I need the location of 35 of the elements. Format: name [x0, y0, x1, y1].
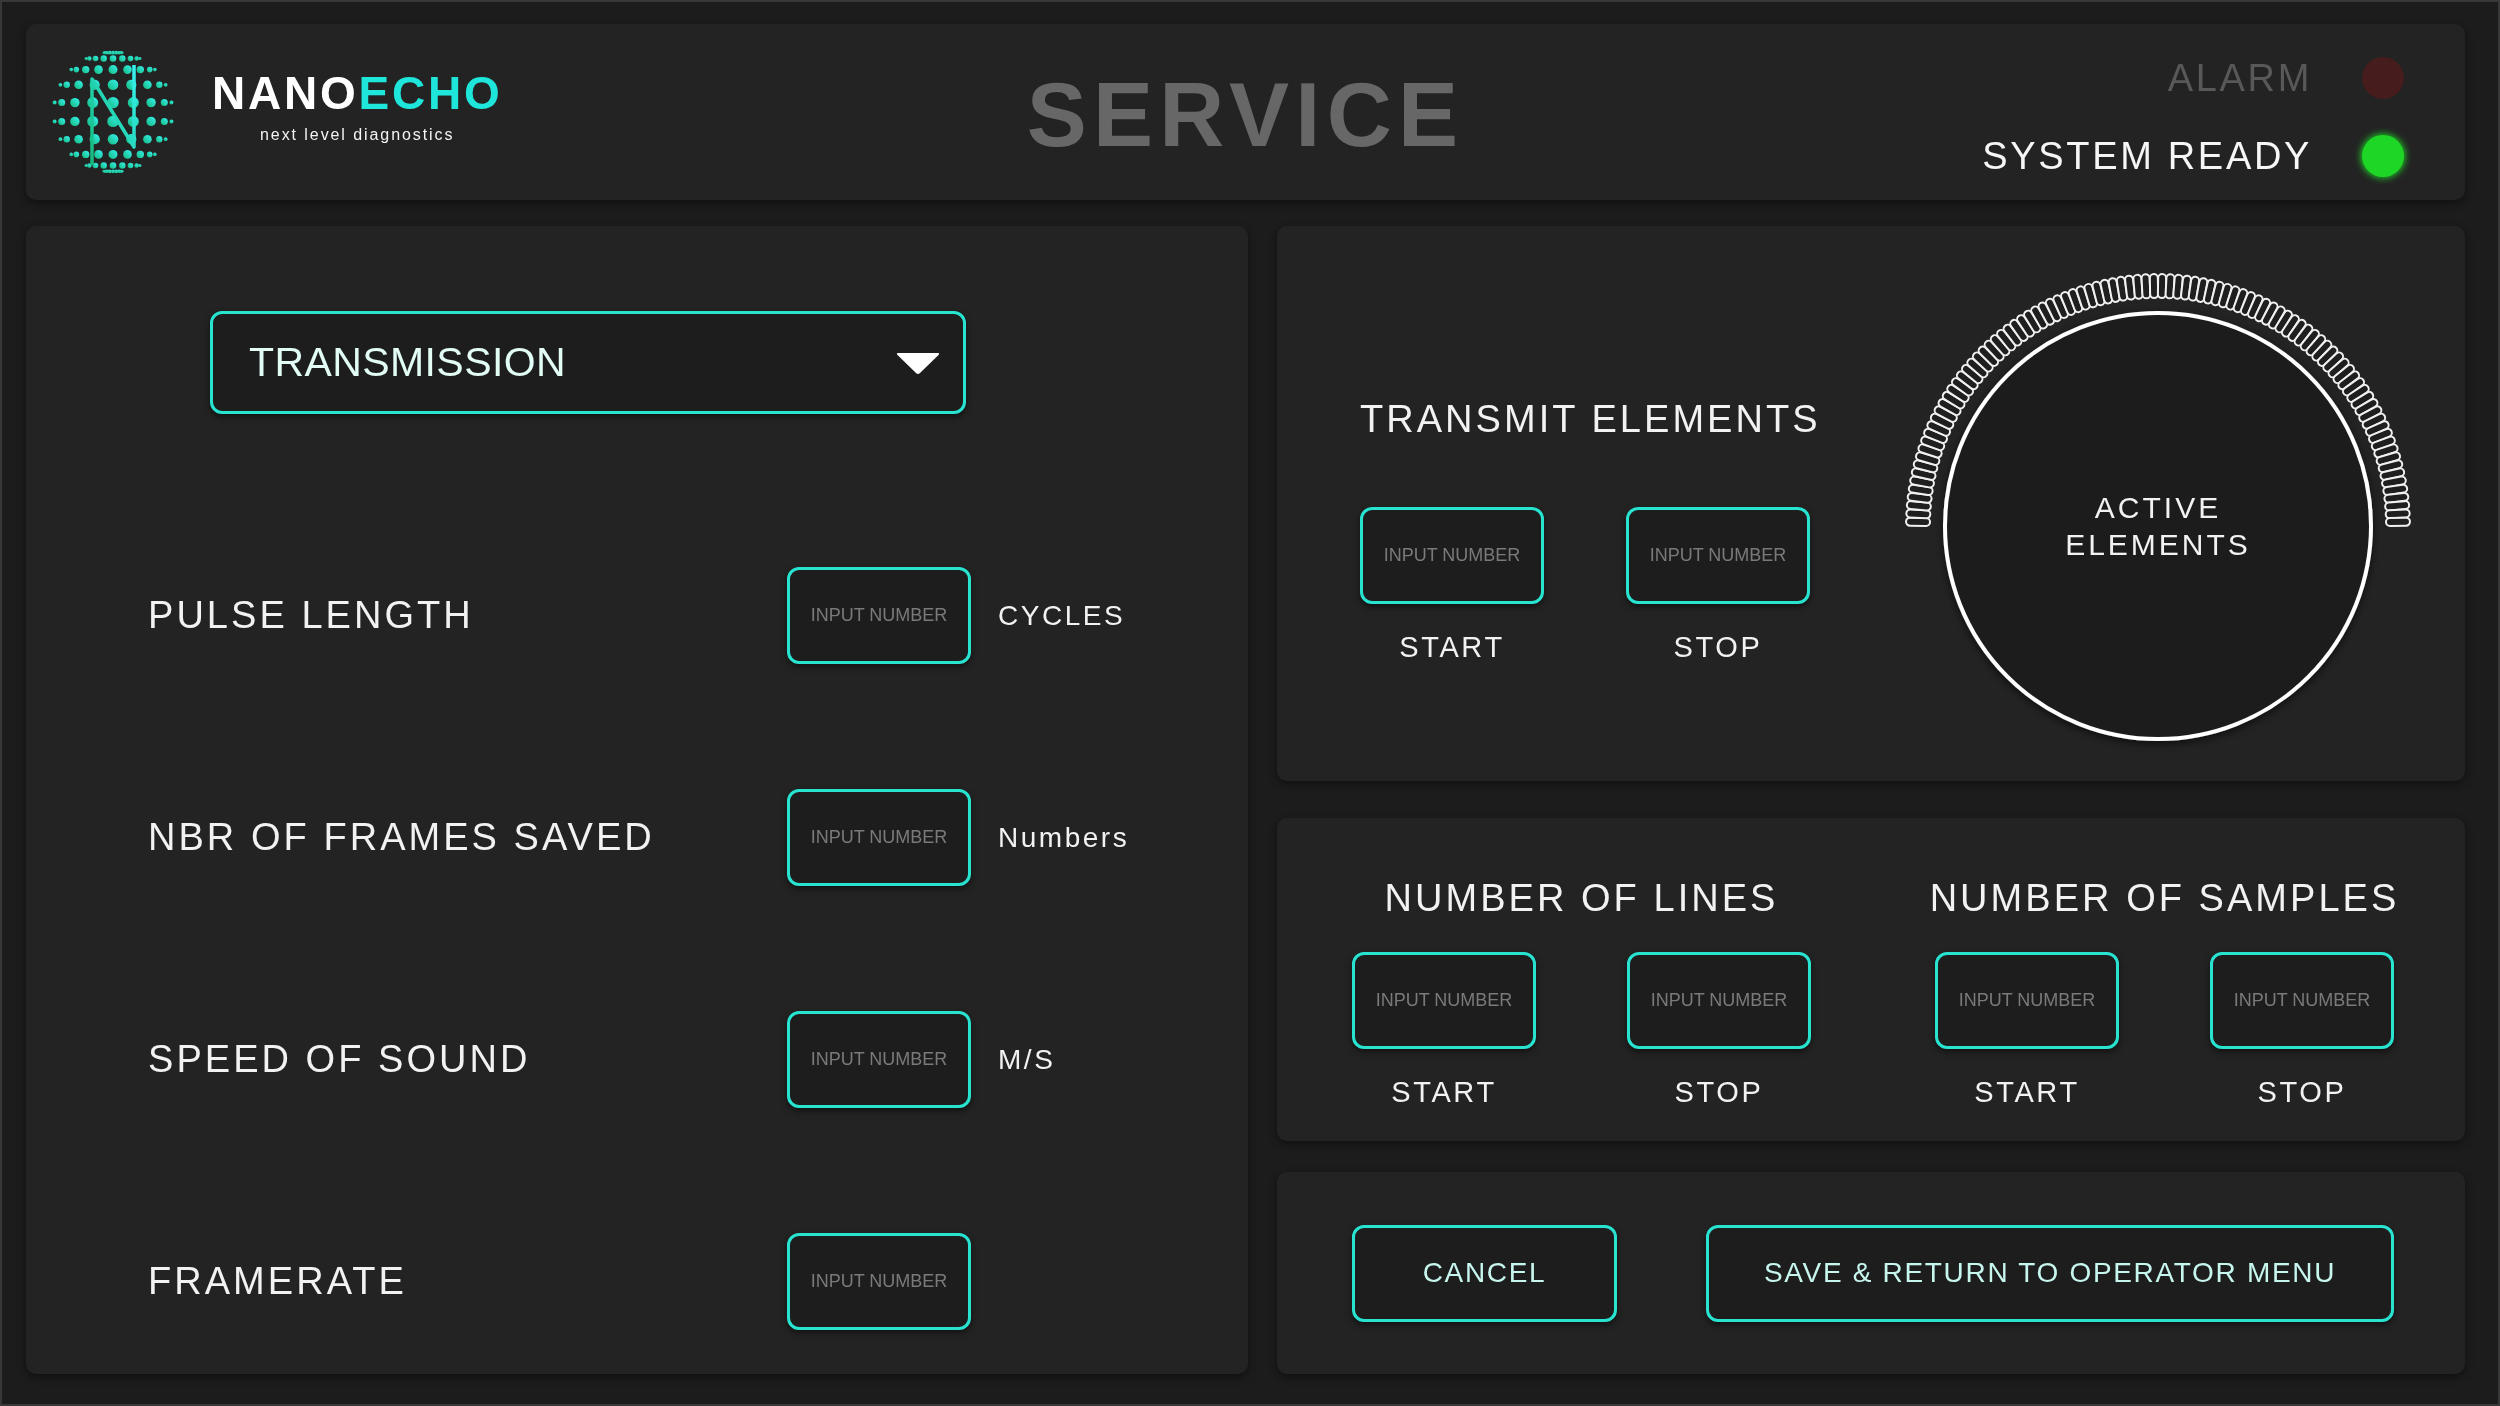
section-title: NUMBER OF LINES: [1384, 876, 1779, 921]
field-label: START: [1391, 1075, 1497, 1110]
mode-dropdown[interactable]: TRANSMISSION: [210, 311, 966, 414]
cancel-button[interactable]: CANCEL: [1352, 1224, 1617, 1322]
number-input[interactable]: INPUT NUMBER: [1626, 507, 1810, 604]
brand-tagline: next level diagnostics: [260, 126, 455, 144]
unit-label: Numbers: [998, 821, 1131, 854]
setting-label: FRAMERATE: [148, 1260, 408, 1303]
status-label: SYSTEM READY: [1982, 137, 2312, 175]
number-input[interactable]: INPUT NUMBER: [1627, 952, 1811, 1049]
section-title: TRANSMIT ELEMENTS: [1360, 397, 1822, 442]
number-input[interactable]: INPUT NUMBER: [1935, 952, 2119, 1049]
number-input[interactable]: INPUT NUMBER: [787, 1011, 971, 1108]
number-input[interactable]: INPUT NUMBER: [787, 789, 971, 886]
section-title: NUMBER OF SAMPLES: [1929, 876, 2400, 921]
field-label: STOP: [2257, 1075, 2347, 1110]
field-label: STOP: [1674, 1075, 1764, 1110]
page-title: SERVICE: [1026, 70, 1465, 160]
number-input[interactable]: INPUT NUMBER: [1360, 507, 1544, 604]
save-button[interactable]: SAVE & RETURN TO OPERATOR MENU: [1706, 1224, 2394, 1322]
field-label: STOP: [1673, 630, 1763, 665]
setting-label: NBR OF FRAMES SAVED: [148, 816, 656, 859]
unit-label: M/S: [998, 1043, 1057, 1076]
setting-label: PULSE LENGTH: [148, 594, 475, 637]
unit-label: CYCLES: [998, 599, 1127, 632]
dial-label: ACTIVE ELEMENTS: [2064, 490, 2252, 563]
setting-label: SPEED OF SOUND: [148, 1038, 532, 1081]
brand-name: NANOECHO: [212, 70, 503, 117]
number-input[interactable]: INPUT NUMBER: [1352, 952, 1536, 1049]
field-label: START: [1399, 630, 1505, 665]
number-input[interactable]: INPUT NUMBER: [787, 1233, 971, 1330]
number-input[interactable]: INPUT NUMBER: [787, 567, 971, 664]
caret-down-icon: [895, 350, 941, 375]
field-label: START: [1974, 1075, 2080, 1110]
number-input[interactable]: INPUT NUMBER: [2210, 952, 2394, 1049]
